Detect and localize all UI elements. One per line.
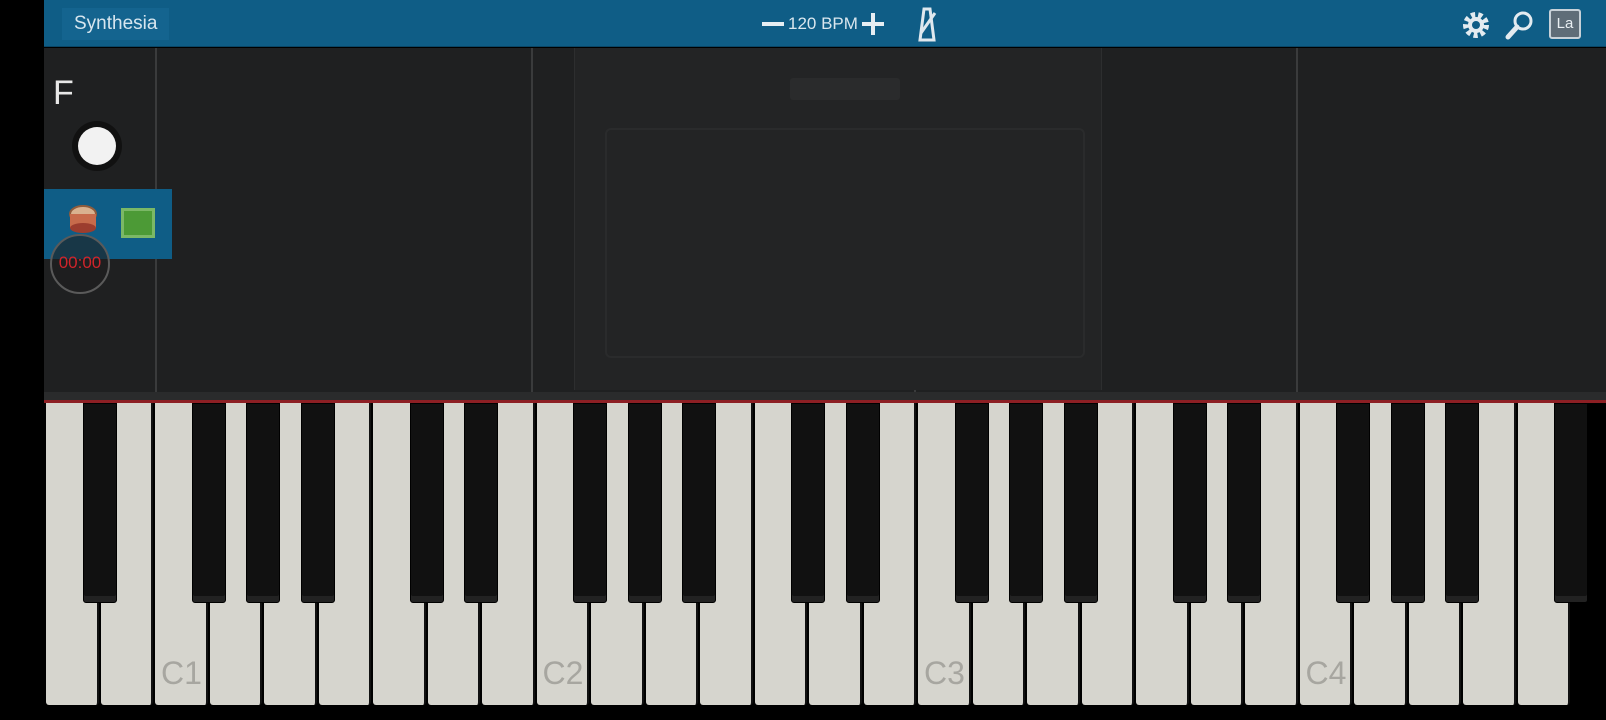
keyboard-top-divider <box>44 392 1606 400</box>
black-key[interactable] <box>300 403 335 603</box>
black-key[interactable] <box>573 403 607 603</box>
black-key[interactable] <box>1227 403 1261 603</box>
black-key[interactable] <box>191 403 226 603</box>
bpm-control: 120 BPM <box>760 7 886 41</box>
metronome-icon[interactable] <box>912 6 942 42</box>
drum-icon[interactable] <box>66 204 100 234</box>
octave-label: C1 <box>161 655 202 691</box>
record-button[interactable] <box>78 127 116 165</box>
black-key[interactable] <box>409 403 444 603</box>
octave-label: C3 <box>924 655 965 691</box>
black-key[interactable] <box>1554 403 1588 603</box>
octave-divider <box>531 48 533 392</box>
octave-divider <box>1296 48 1298 392</box>
search-icon[interactable] <box>1503 8 1537 42</box>
bpm-label: 120 BPM <box>788 14 858 33</box>
hand-indicator: F <box>53 74 74 112</box>
faded-overlay-title <box>790 78 900 100</box>
black-key[interactable] <box>627 403 662 603</box>
black-key[interactable] <box>464 403 498 603</box>
faded-keyboard-preview <box>605 128 1085 358</box>
track-color-swatch[interactable] <box>121 208 155 238</box>
black-key[interactable] <box>682 403 716 603</box>
top-toolbar: Synthesia 120 BPM La <box>44 0 1606 47</box>
black-key[interactable] <box>1063 403 1098 603</box>
black-key[interactable] <box>82 403 117 603</box>
note-waterfall <box>44 48 1606 392</box>
gear-icon[interactable] <box>1459 8 1493 42</box>
black-key[interactable] <box>1336 403 1370 603</box>
timer-display: 00:00 <box>58 253 102 272</box>
black-key[interactable] <box>1445 403 1479 603</box>
piano-keyboard: C1 C2 C3 C4 <box>44 392 1606 720</box>
app-title-button[interactable]: Synthesia <box>62 8 170 40</box>
black-key[interactable] <box>791 403 825 603</box>
black-key[interactable] <box>845 403 880 603</box>
black-key[interactable] <box>954 403 989 603</box>
octave-label: C2 <box>542 655 584 691</box>
left-bezel <box>0 0 44 720</box>
labels-button[interactable]: La <box>1549 9 1581 39</box>
black-key[interactable] <box>246 403 280 603</box>
faded-overlay-panel <box>574 48 1102 390</box>
minus-icon[interactable] <box>760 11 786 37</box>
black-key[interactable] <box>1172 403 1207 603</box>
black-key[interactable] <box>1009 403 1043 603</box>
octave-label: C4 <box>1305 655 1347 691</box>
plus-icon[interactable] <box>860 11 886 37</box>
black-key[interactable] <box>1390 403 1425 603</box>
